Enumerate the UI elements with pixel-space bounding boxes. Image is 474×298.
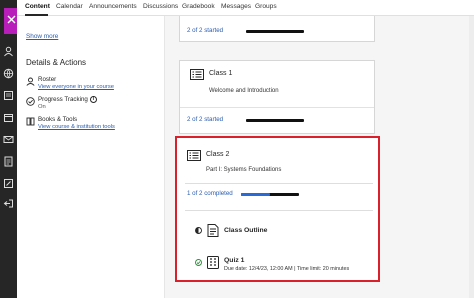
class-1-header: Class 1 <box>190 69 310 83</box>
books-tools-item: Books & Tools View course & institution … <box>26 116 156 134</box>
progress-text: 1 of 2 completed <box>187 190 233 197</box>
roster-icon <box>26 77 35 86</box>
content-item-class-outline[interactable]: Class Outline <box>195 224 365 238</box>
details-panel: Show more Details & Actions Roster View … <box>17 16 164 298</box>
tools-icon[interactable] <box>3 178 14 189</box>
started-status-icon <box>195 227 202 234</box>
module-card-class-2[interactable]: Class 2 Part I: Systems Foundations 1 of… <box>175 136 380 282</box>
info-icon[interactable]: i <box>89 96 97 103</box>
content-item-quiz-1[interactable]: Quiz 1 Due date: 12/4/23, 12:00 AM | Tim… <box>195 256 375 276</box>
tab-messages[interactable]: Messages <box>221 3 251 10</box>
class-1-subtitle: Welcome and Introduction <box>209 88 279 94</box>
roster-label: Roster <box>38 76 57 83</box>
progress-tracking-label: Progress Tracking i <box>38 96 97 103</box>
quiz-1-due-info: Due date: 12/4/23, 12:00 AM | Time limit… <box>224 266 350 272</box>
progress-text: 2 of 2 started <box>187 116 224 123</box>
page-scrollbar[interactable] <box>469 16 474 298</box>
class-outline-title[interactable]: Class Outline <box>224 227 267 234</box>
tab-discussions[interactable]: Discussions <box>143 3 178 10</box>
progress-tracking-item: Progress Tracking i On <box>26 96 156 114</box>
roster-item: Roster View everyone in your course <box>26 76 156 94</box>
globe-icon[interactable] <box>3 68 14 79</box>
tab-groups[interactable]: Groups <box>255 3 277 10</box>
details-actions-heading: Details & Actions <box>26 58 87 67</box>
progress-tracking-status: On <box>38 104 46 110</box>
progress-bar <box>241 193 299 196</box>
tab-gradebook[interactable]: Gradebook <box>182 3 215 10</box>
tab-announcements[interactable]: Announcements <box>89 3 137 10</box>
books-icon <box>26 117 35 126</box>
module-icon <box>190 69 204 80</box>
tab-content[interactable]: Content <box>25 3 50 10</box>
class-2-title[interactable]: Class 2 <box>206 151 229 158</box>
show-more-link[interactable]: Show more <box>26 33 58 40</box>
class-2-header: Class 2 <box>187 150 307 164</box>
class-1-title[interactable]: Class 1 <box>209 70 232 77</box>
class-2-subtitle: Part I: Systems Foundations <box>206 167 282 173</box>
completed-check-icon <box>195 259 202 266</box>
document-icon <box>207 224 219 237</box>
course-tab-bar: Content Calendar Announcements Discussio… <box>17 0 474 16</box>
module-card-class-1[interactable]: Class 1 Welcome and Introduction 2 of 2 … <box>179 60 375 134</box>
module-icon <box>187 150 201 161</box>
module-card-previous[interactable]: 2 of 2 started <box>179 16 375 42</box>
progress-bar-fill <box>241 193 270 196</box>
roster-link[interactable]: View everyone in your course <box>38 84 114 90</box>
progress-tracking-text: Progress Tracking <box>38 96 88 104</box>
progress-text: 2 of 2 started <box>187 27 224 34</box>
close-icon <box>7 15 16 24</box>
books-tools-label: Books & Tools <box>38 116 78 123</box>
nav-rail <box>0 0 19 298</box>
user-icon[interactable] <box>3 46 14 57</box>
books-tools-link[interactable]: View course & institution tools <box>38 124 115 130</box>
grades-icon[interactable] <box>3 156 14 167</box>
calendar-icon[interactable] <box>3 112 14 123</box>
progress-bar <box>246 119 304 122</box>
mail-icon[interactable] <box>3 134 14 145</box>
quiz-1-title[interactable]: Quiz 1 <box>224 257 244 264</box>
card-divider <box>185 210 373 211</box>
card-divider <box>185 183 373 184</box>
institution-icon[interactable] <box>3 90 14 101</box>
logout-icon[interactable] <box>3 198 14 209</box>
progress-check-icon <box>26 97 35 106</box>
quiz-icon <box>207 256 219 269</box>
card-divider <box>180 107 374 108</box>
progress-bar <box>246 30 304 33</box>
tab-calendar[interactable]: Calendar <box>56 3 83 10</box>
